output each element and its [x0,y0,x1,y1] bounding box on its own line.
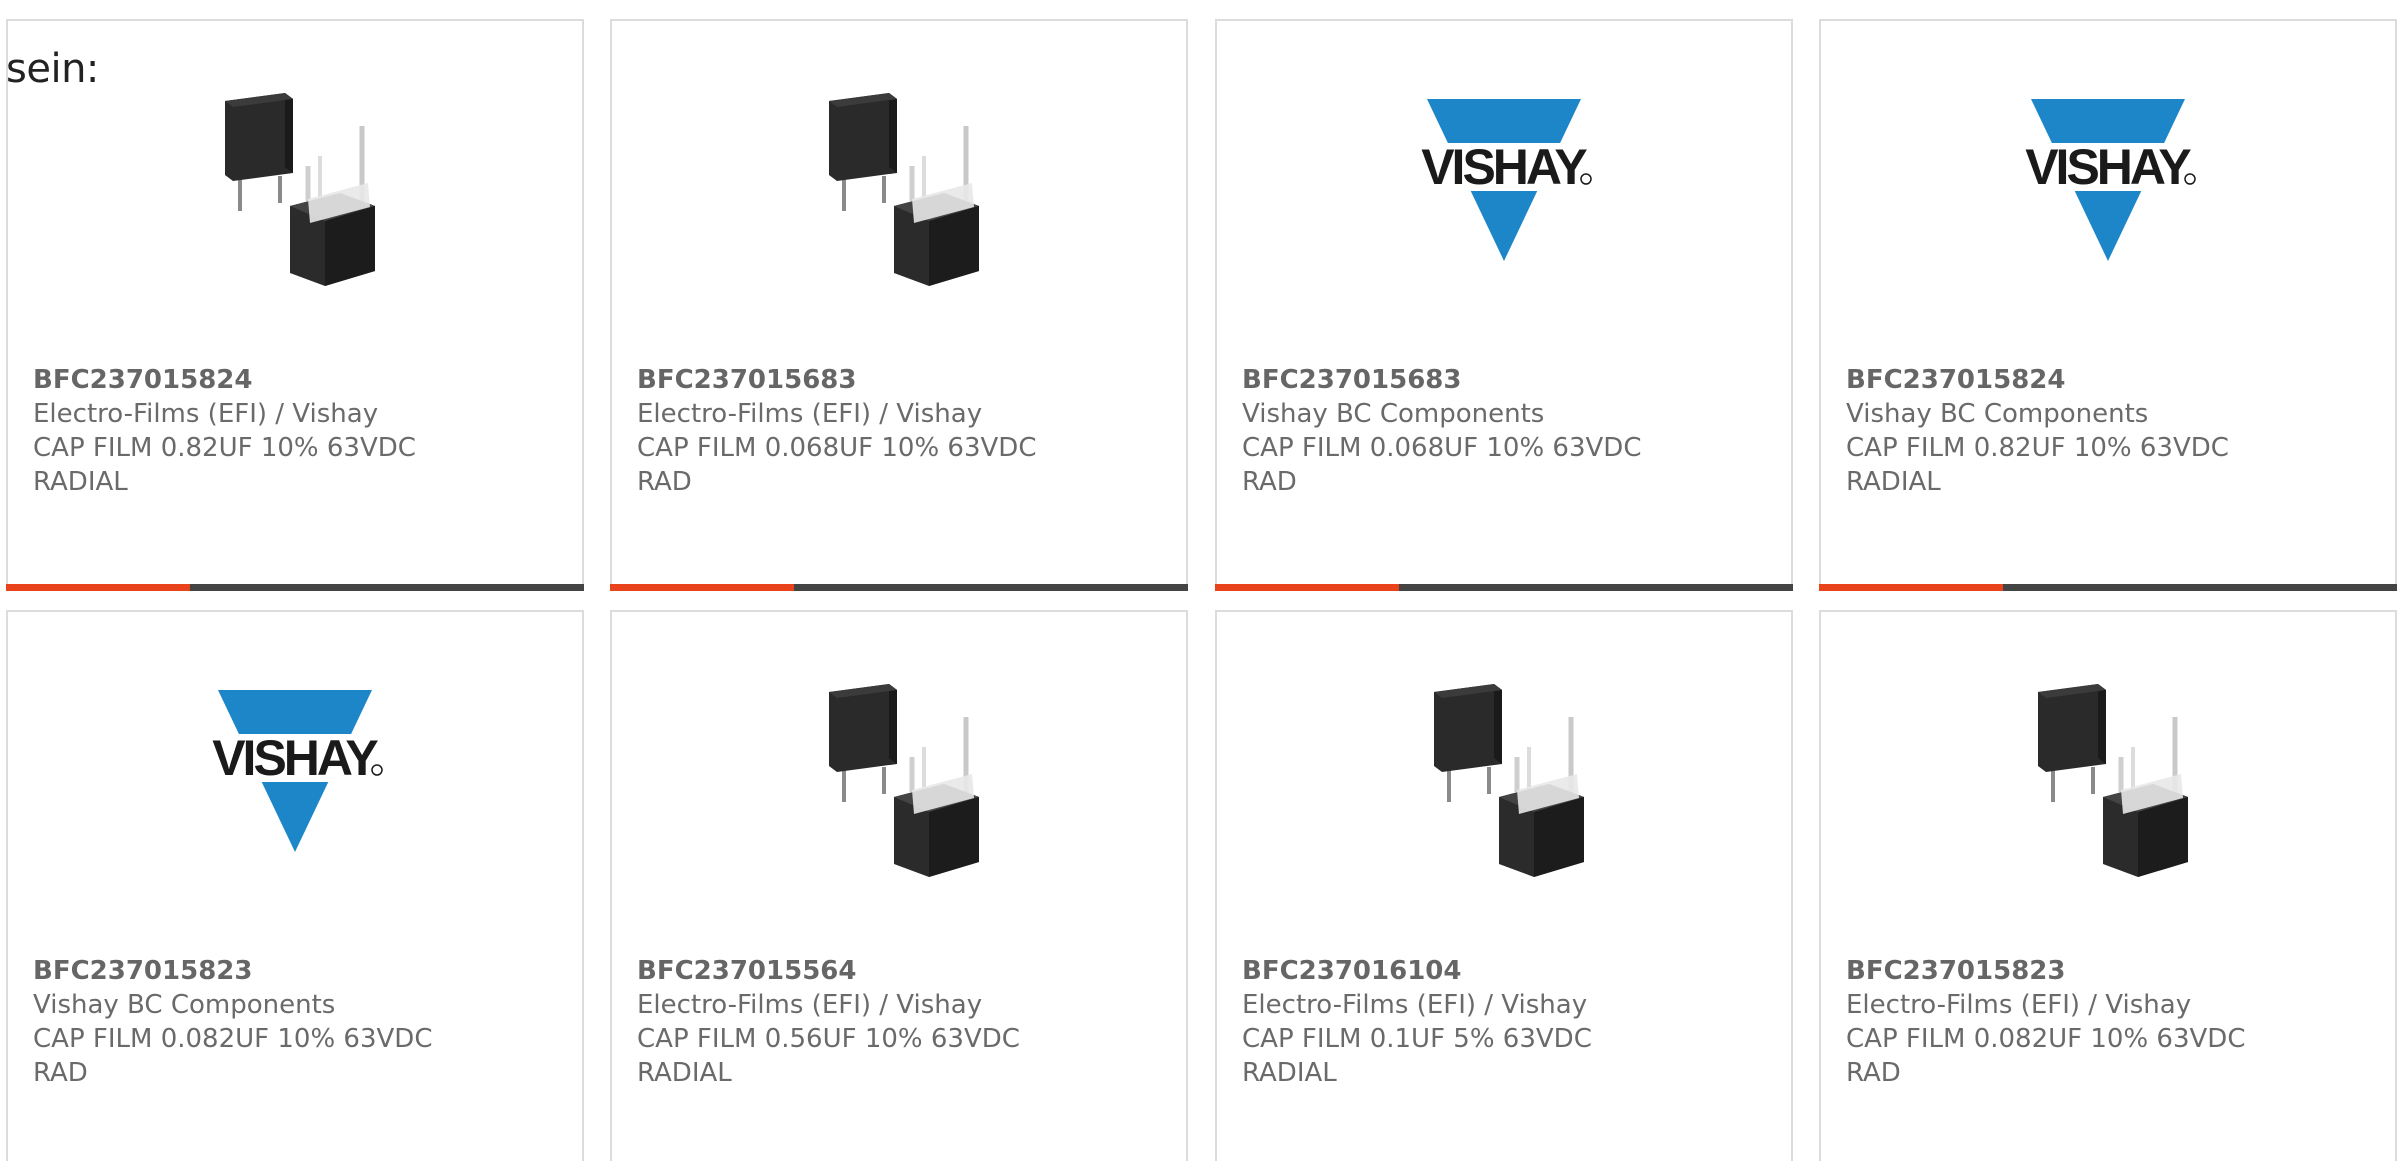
product-description: CAP FILM 0.1UF 5% 63VDC [1242,1024,1592,1054]
product-manufacturer: Electro-Films (EFI) / Vishay [637,990,983,1020]
product-package: RAD [1242,467,1297,497]
product-manufacturer: Electro-Films (EFI) / Vishay [1846,990,2192,1020]
product-description: CAP FILM 0.082UF 10% 63VDC [1846,1024,2246,1054]
product-package: RAD [33,1058,88,1088]
product-part-number[interactable]: BFC237016104 [1242,954,1592,988]
product-manufacturer: Electro-Films (EFI) / Vishay [1242,990,1588,1020]
product-card[interactable]: BFC237015823 Electro-Films (EFI) / Vishay… [1819,610,2397,1161]
product-manufacturer: Electro-Films (EFI) / Vishay [637,399,983,429]
product-card[interactable]: VISHAY BFC237015683 Vishay BC Components C… [1215,19,1793,591]
product-info: BFC237015683 Vishay BC Components CAP FILM… [1242,363,1641,499]
product-part-number[interactable]: BFC237015824 [33,363,416,397]
product-package: RADIAL [1242,1058,1337,1088]
product-card[interactable]: BFC237015824 Electro-Films (EFI) / Vishay… [6,19,584,591]
product-card[interactable]: BFC237015683 Electro-Films (EFI) / Vishay… [610,19,1188,591]
product-image[interactable]: VISHAY [1399,81,1609,291]
product-description: CAP FILM 0.068UF 10% 63VDC [637,433,1037,463]
product-manufacturer: Vishay BC Components [1846,399,2149,429]
product-info: BFC237015683 Electro-Films (EFI) / Vishay… [637,363,1036,499]
svg-text:VISHAY: VISHAY [1421,139,1587,195]
product-manufacturer: Electro-Films (EFI) / Vishay [33,399,379,429]
product-description: CAP FILM 0.082UF 10% 63VDC [33,1024,433,1054]
product-image[interactable]: VISHAY [190,672,400,882]
card-accent-bar [610,584,794,591]
card-accent-bar [6,584,190,591]
svg-text:VISHAY: VISHAY [2025,139,2191,195]
product-package: RAD [637,467,692,497]
product-part-number[interactable]: BFC237015564 [637,954,1020,988]
product-manufacturer: Vishay BC Components [1242,399,1545,429]
product-package: RADIAL [33,467,128,497]
product-card[interactable]: VISHAY BFC237015823 Vishay BC Components C… [6,610,584,1161]
vishay-logo-image: VISHAY [2003,81,2213,291]
svg-text:VISHAY: VISHAY [212,730,378,786]
card-bottom-bar [610,584,1188,591]
product-image[interactable] [1399,672,1609,882]
product-grid-page: sein: BFC237015824 Electro-Films (EFI) / … [0,0,2400,1161]
card-accent-bar [1215,584,1399,591]
capacitor-image [190,81,400,291]
card-bottom-bar [1215,584,1793,591]
product-description: CAP FILM 0.56UF 10% 63VDC [637,1024,1020,1054]
vishay-logo-image: VISHAY [1399,81,1609,291]
product-card[interactable]: VISHAY BFC237015824 Vishay BC Components C… [1819,19,2397,591]
product-image[interactable]: VISHAY [2003,81,2213,291]
product-info: BFC237015824 Electro-Films (EFI) / Vishay… [33,363,416,499]
product-package: RAD [1846,1058,1901,1088]
product-info: BFC237015823 Electro-Films (EFI) / Vishay… [1846,954,2245,1090]
product-part-number[interactable]: BFC237015823 [33,954,432,988]
product-manufacturer: Vishay BC Components [33,990,336,1020]
capacitor-image [794,672,1004,882]
product-part-number[interactable]: BFC237015823 [1846,954,2245,988]
intro-text: sein: [6,46,99,92]
card-accent-bar [1819,584,2003,591]
product-description: CAP FILM 0.82UF 10% 63VDC [1846,433,2229,463]
card-bottom-bar [6,584,584,591]
capacitor-image [2003,672,2213,882]
product-part-number[interactable]: BFC237015824 [1846,363,2229,397]
product-image[interactable] [794,672,1004,882]
product-package: RADIAL [637,1058,732,1088]
card-bottom-bar [1819,584,2397,591]
product-image[interactable] [794,81,1004,291]
product-image[interactable] [2003,672,2213,882]
product-part-number[interactable]: BFC237015683 [1242,363,1641,397]
product-part-number[interactable]: BFC237015683 [637,363,1036,397]
product-card[interactable]: BFC237015564 Electro-Films (EFI) / Vishay… [610,610,1188,1161]
product-info: BFC237015823 Vishay BC Components CAP FILM… [33,954,432,1090]
product-info: BFC237015824 Vishay BC Components CAP FILM… [1846,363,2229,499]
capacitor-image [794,81,1004,291]
product-description: CAP FILM 0.068UF 10% 63VDC [1242,433,1642,463]
product-info: BFC237015564 Electro-Films (EFI) / Vishay… [637,954,1020,1090]
product-description: CAP FILM 0.82UF 10% 63VDC [33,433,416,463]
product-image[interactable] [190,81,400,291]
capacitor-image [1399,672,1609,882]
product-package: RADIAL [1846,467,1941,497]
product-info: BFC237016104 Electro-Films (EFI) / Vishay… [1242,954,1592,1090]
product-card[interactable]: BFC237016104 Electro-Films (EFI) / Vishay… [1215,610,1793,1161]
vishay-logo-image: VISHAY [190,672,400,882]
